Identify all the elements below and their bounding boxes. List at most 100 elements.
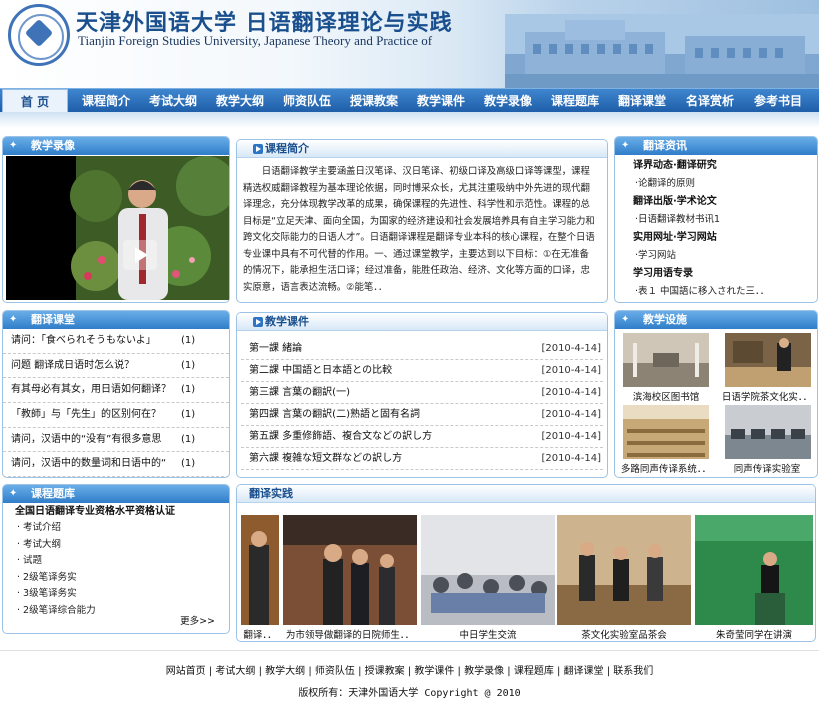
footer-link-exam-outline[interactable]: 考试大纲	[215, 666, 255, 677]
simultaneous-interpretation-system-photo[interactable]	[623, 405, 709, 459]
news-item[interactable]: ·日语翻译教材书讯1	[615, 211, 817, 229]
practice-photo-2[interactable]	[283, 515, 417, 625]
facility-caption[interactable]: 日语学院茶文化实．．	[717, 389, 817, 403]
reply-count: (1)	[181, 433, 196, 445]
nav-home[interactable]: 首 页	[2, 89, 68, 113]
list-item[interactable]: 第六課 複雑な短文群などの訳し方 [2010-4-14]	[241, 448, 603, 470]
news-item[interactable]: ·表１ 中国語に移入された三．．	[615, 283, 817, 301]
footer-link-lesson-plans[interactable]: 授课教案	[365, 666, 405, 677]
campus-building-image	[505, 14, 819, 88]
facility-caption[interactable]: 滨海校区图书馆	[615, 389, 717, 403]
question-link[interactable]: 问题 翻译成日语时怎么说？	[11, 354, 196, 379]
practice-caption[interactable]: 茶文化实验室品茶会	[557, 627, 691, 641]
lesson-date: [2010-4-14]	[541, 365, 601, 376]
video-player[interactable]	[6, 156, 229, 300]
facilities-panel-title-text: 教学设施	[643, 313, 687, 326]
practice-caption[interactable]: 翻译．．	[239, 627, 281, 641]
lesson-link[interactable]: 第五課 多重修飾語、複合文などの訳し方	[249, 431, 432, 442]
play-button[interactable]	[123, 240, 157, 270]
list-item[interactable]: 请问，汉语中的数量词和日语中的“ (1)	[3, 452, 229, 477]
more-link[interactable]: 更多>>	[180, 613, 215, 627]
list-item[interactable]: 第二課 中国語と日本語との比較 [2010-4-14]	[241, 360, 603, 382]
bank-item[interactable]: · 3级笔译务实	[3, 586, 229, 603]
question-bank-panel: ✦ 课程题库 全国日语翻译专业资格水平资格认证 · 考试介绍 · 考试大纲 · 试…	[2, 484, 230, 634]
footer-link-videos[interactable]: 教学录像	[464, 666, 504, 677]
course-intro-title-text: 课程简介	[265, 142, 309, 155]
nav-teaching-outline[interactable]: 教学大纲	[216, 89, 264, 113]
lesson-link[interactable]: 第三課 言葉の翻訳(一)	[249, 387, 350, 398]
nav-videos[interactable]: 教学录像	[484, 89, 532, 113]
lesson-link[interactable]: 第一課 緒論	[249, 343, 302, 354]
footer-link-home[interactable]: 网站首页	[166, 666, 206, 677]
nav-translation-appreciation[interactable]: 名译赏析	[686, 89, 734, 113]
practice-photo-1[interactable]	[241, 515, 279, 625]
footer-link-contact[interactable]: 联系我们	[613, 666, 653, 677]
interpretation-lab-photo[interactable]	[725, 405, 811, 459]
tea-culture-room-photo[interactable]	[725, 333, 811, 387]
lesson-link[interactable]: 第四課 言葉の翻訳(二)熟語と固有名詞	[249, 409, 420, 420]
list-item[interactable]: 问题 翻译成日语时怎么说？ (1)	[3, 354, 229, 379]
nav-lesson-plans[interactable]: 授课教案	[350, 89, 398, 113]
lesson-link[interactable]: 第二課 中国語と日本語との比較	[249, 365, 392, 376]
list-item[interactable]: 有其母必有其女，用日语如何翻译？ (1)	[3, 378, 229, 404]
list-item[interactable]: 第三課 言葉の翻訳(一) [2010-4-14]	[241, 382, 603, 404]
lesson-link[interactable]: 第六課 複雑な短文群などの訳し方	[249, 453, 402, 464]
practice-photo-5[interactable]	[695, 515, 813, 625]
question-link[interactable]: 有其母必有其女，用日语如何翻译？	[11, 378, 196, 403]
practice-caption[interactable]: 朱奇莹同学在讲演	[695, 627, 813, 641]
bank-item[interactable]: · 试题	[3, 553, 229, 570]
question-link[interactable]: 请问，汉语中的数量词和日语中的“	[11, 452, 196, 477]
list-item[interactable]: 第一課 緒論 [2010-4-14]	[241, 338, 603, 360]
footer-link-faculty[interactable]: 师资队伍	[315, 666, 355, 677]
list-item[interactable]: 请问：「食べられそうもないよ」 (1)	[3, 329, 229, 354]
news-group-heading[interactable]: 翻译出版·学术论文	[615, 193, 817, 211]
courseware-panel-title: 教学课件	[237, 313, 607, 331]
classroom-panel-title-text: 翻译课堂	[31, 313, 75, 326]
footer-separator: |	[603, 666, 614, 677]
library-photo[interactable]	[623, 333, 709, 387]
star-icon: ✦	[9, 488, 18, 499]
question-link[interactable]: 「教師」与「先生」的区别何在？	[11, 403, 196, 428]
list-item[interactable]: 「教師」与「先生」的区别何在？ (1)	[3, 403, 229, 428]
arrow-bullet-icon	[253, 144, 263, 154]
facility-caption[interactable]: 多路同声传译系统．．	[615, 461, 717, 475]
news-group-heading[interactable]: 学习用语专录	[615, 265, 817, 283]
nav-exam-outline[interactable]: 考试大纲	[149, 89, 197, 113]
nav-question-bank[interactable]: 课程题库	[551, 89, 599, 113]
news-group-heading[interactable]: 实用网址·学习网站	[615, 229, 817, 247]
site-header: 天津外国语大学 日语翻译理论与实践 Tianjin Foreign Studie…	[0, 0, 819, 88]
footer-link-question-bank[interactable]: 课程题库	[514, 666, 554, 677]
courseware-panel: 教学课件 第一課 緒論 [2010-4-14] 第二課 中国語と日本語との比較 [2…	[236, 312, 608, 478]
news-item[interactable]: ·学习网站	[615, 247, 817, 265]
nav-references[interactable]: 参考书目	[754, 89, 802, 113]
nav-faculty[interactable]: 师资队伍	[283, 89, 331, 113]
bank-item[interactable]: · 考试介绍	[3, 520, 229, 537]
bank-item[interactable]: · 考试大纲	[3, 537, 229, 554]
bank-heading[interactable]: 全国日语翻译专业资格水平资格认证	[3, 503, 229, 520]
question-link[interactable]: 请问，汉语中的“没有”有很多意思	[11, 428, 196, 453]
news-group-heading[interactable]: 译界动态·翻译研究	[615, 157, 817, 175]
list-item[interactable]: 第四課 言葉の翻訳(二)熟語と固有名詞 [2010-4-14]	[241, 404, 603, 426]
practice-photo-3[interactable]	[421, 515, 555, 625]
nav-translation-class[interactable]: 翻译课堂	[618, 89, 666, 113]
practice-photo-4[interactable]	[557, 515, 691, 625]
footer-link-teaching-outline[interactable]: 教学大纲	[265, 666, 305, 677]
practice-caption[interactable]: 为市领导做翻译的日院师生．．	[281, 627, 419, 641]
facility-caption[interactable]: 同声传译实验室	[717, 461, 817, 475]
list-item[interactable]: 第五課 多重修飾語、複合文などの訳し方 [2010-4-14]	[241, 426, 603, 448]
footer-link-courseware[interactable]: 教学课件	[414, 666, 454, 677]
reply-count: (1)	[181, 335, 196, 346]
practice-caption[interactable]: 中日学生交流	[421, 627, 555, 641]
list-item[interactable]: 请问，汉语中的“没有”有很多意思 (1)	[3, 428, 229, 453]
footer-link-translation-class[interactable]: 翻译课堂	[564, 666, 604, 677]
footer-separator: |	[553, 666, 564, 677]
news-item[interactable]: ·论翻译的原则	[615, 175, 817, 193]
nav-course-intro[interactable]: 课程简介	[82, 89, 130, 113]
main-nav: 首 页 课程简介 考试大纲 教学大纲 师资队伍 授课教案 教学课件 教学录像 课…	[0, 88, 819, 113]
question-link[interactable]: 请问：「食べられそうもないよ」	[11, 329, 196, 354]
nav-shadow-strip	[0, 112, 819, 128]
course-intro-text: 日语翻译教学主要涵盖日汉笔译、汉日笔译、初级口译及高级口译等课型，课程精选权威翻…	[243, 166, 595, 293]
nav-courseware[interactable]: 教学课件	[417, 89, 465, 113]
bank-panel-title: ✦ 课程题库	[3, 485, 229, 503]
bank-item[interactable]: · 2级笔译务实	[3, 570, 229, 587]
